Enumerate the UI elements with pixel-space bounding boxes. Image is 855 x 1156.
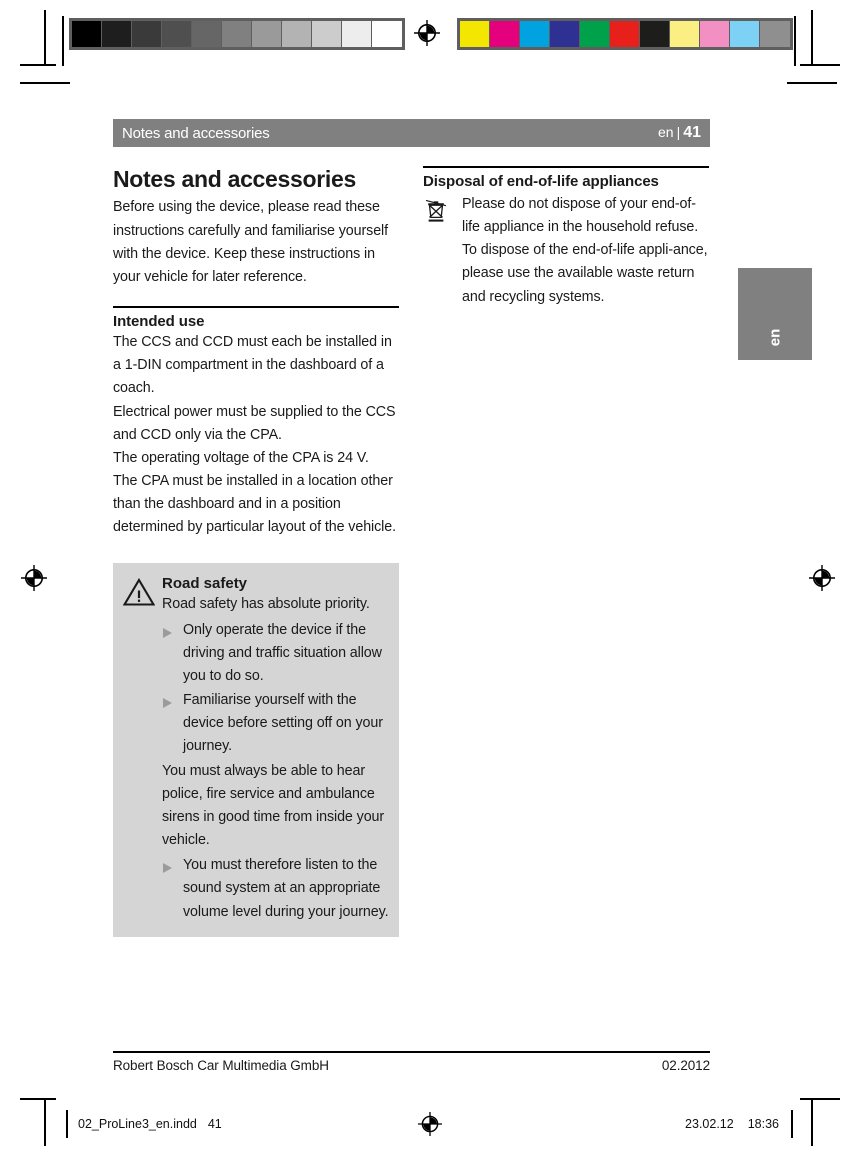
calibration-patch	[102, 21, 132, 47]
warning-middle-paragraph: You must always be able to hear police, …	[162, 762, 385, 849]
intended-use-section: Intended use The CCS and CCD must each b…	[113, 306, 399, 539]
page-running-header: Notes and accessories en | 41	[113, 119, 710, 147]
calibration-patch	[730, 21, 760, 47]
list-item-label: Familiarise yourself with the device bef…	[183, 692, 383, 755]
disposal-text-block: Please do not dispose of your end-of-lif…	[462, 193, 709, 309]
calibration-patch	[640, 21, 670, 47]
calibration-patch	[192, 21, 222, 47]
calibration-patch	[460, 21, 490, 47]
calibration-patch	[700, 21, 730, 47]
calibration-patch	[550, 21, 580, 47]
crop-mark-top-left-horizontal	[20, 64, 56, 66]
calibration-patch	[520, 21, 550, 47]
intended-use-paragraph: The operating voltage of the CPA is 24 V…	[113, 449, 369, 466]
slug-filename: 02_ProLine3_en.indd	[78, 1117, 197, 1131]
list-item-label: Only operate the device if the driving a…	[183, 621, 382, 684]
registration-target-icon-left	[21, 565, 47, 591]
calibration-patch	[342, 21, 372, 47]
folio-language: en	[657, 124, 674, 140]
road-safety-warning-box: Road safety Road safety has absolute pri…	[113, 563, 399, 937]
crop-mark-top-right-vertical	[811, 10, 813, 66]
warning-lead-text: Road safety has absolute priority.	[162, 596, 370, 613]
registration-target-icon-right	[809, 565, 835, 591]
list-item-label: You must therefore listen to the sound s…	[183, 857, 389, 920]
language-thumb-tab: en	[738, 268, 812, 360]
running-header-title: Notes and accessories	[122, 124, 270, 142]
disposal-content-block: Please do not dispose of your end-of-lif…	[423, 193, 709, 309]
slug-date: 23.02.12	[685, 1117, 734, 1131]
crop-mark-bottom-right-vertical	[811, 1100, 813, 1146]
warning-box-body: Road safety Road safety has absolute pri…	[162, 575, 389, 924]
calibration-patch	[282, 21, 312, 47]
intended-use-heading: Intended use	[113, 313, 205, 331]
intended-use-paragraph: The CCS and CCD must each be installed i…	[113, 334, 392, 397]
list-item: Familiarise yourself with the device bef…	[162, 689, 389, 758]
calibration-patch	[162, 21, 192, 47]
list-item: Only operate the device if the driving a…	[162, 619, 389, 688]
footer-company: Robert Bosch Car Multimedia GmbH	[113, 1058, 329, 1073]
crop-mark-top-right-horizontal	[800, 64, 840, 66]
slug-right-group: 23.02.12 18:36	[685, 1117, 791, 1131]
grayscale-calibration-strip	[69, 18, 405, 50]
footer-date: 02.2012	[661, 1058, 710, 1073]
language-tab-label: en	[766, 328, 784, 347]
folio-separator: |	[676, 124, 681, 140]
disposal-paragraph: To dispose of the end-of-life appli-ance…	[462, 242, 708, 305]
calibration-patch	[312, 21, 342, 47]
slug-time: 18:36	[747, 1117, 779, 1131]
folio-page-number: 41	[683, 124, 701, 141]
disposal-paragraph: Please do not dispose of your end-of-lif…	[462, 196, 699, 236]
calibration-patch	[610, 21, 640, 47]
calibration-patch	[72, 21, 102, 47]
registration-target-icon-top	[414, 20, 440, 46]
triangle-bullet-icon	[162, 689, 173, 758]
warning-bullet-list-last: You must therefore listen to the sound s…	[162, 854, 389, 923]
intro-paragraph: Before using the device, please read the…	[113, 199, 388, 285]
bleed-mark-top-left	[20, 82, 70, 84]
bleed-mark-top-left-vertical	[62, 16, 64, 66]
intended-use-paragraph: The CPA must be installed in a location …	[113, 473, 396, 536]
imposition-slug-bar: 02_ProLine3_en.indd 41 23.02.12 18:36	[66, 1110, 793, 1138]
warning-triangle-icon	[122, 575, 156, 924]
triangle-bullet-icon	[162, 854, 173, 923]
slug-left-group: 02_ProLine3_en.indd 41	[68, 1117, 222, 1131]
crop-mark-bottom-right-horizontal	[800, 1098, 840, 1100]
warning-bullet-list-first: Only operate the device if the driving a…	[162, 619, 389, 759]
crossed-out-wheelie-bin-icon	[423, 193, 453, 309]
crop-mark-bottom-left-horizontal	[20, 1098, 56, 1100]
calibration-patch	[670, 21, 700, 47]
crop-mark-top-left-vertical	[44, 10, 46, 66]
calibration-patch	[760, 21, 790, 47]
bleed-mark-top-right-vertical	[794, 16, 796, 66]
page-title: Notes and accessories	[113, 166, 356, 192]
right-text-column: Disposal of end-of-life appliances Pleas…	[423, 166, 709, 309]
bleed-mark-top-right	[787, 82, 837, 84]
calibration-patch	[252, 21, 282, 47]
calibration-patch	[132, 21, 162, 47]
section-divider	[113, 306, 399, 309]
color-calibration-strip	[457, 18, 793, 50]
calibration-patch	[372, 21, 402, 47]
slug-page-number: 41	[207, 1117, 222, 1131]
disposal-section: Disposal of end-of-life appliances Pleas…	[423, 166, 709, 309]
crop-mark-bottom-left-vertical	[44, 1100, 46, 1146]
calibration-patch	[490, 21, 520, 47]
calibration-patch	[580, 21, 610, 47]
triangle-bullet-icon	[162, 619, 173, 688]
intended-use-paragraph: Electrical power must be supplied to the…	[113, 403, 396, 443]
calibration-patch	[222, 21, 252, 47]
disposal-heading: Disposal of end-of-life appliances	[423, 173, 659, 190]
warning-heading: Road safety	[162, 575, 248, 593]
left-text-column: Notes and accessories Before using the d…	[113, 166, 399, 937]
list-item: You must therefore listen to the sound s…	[162, 854, 389, 923]
registration-target-icon-slug	[417, 1112, 442, 1136]
page-footer: Robert Bosch Car Multimedia GmbH 02.2012	[113, 1051, 710, 1073]
section-divider	[423, 166, 709, 168]
page-folio: en | 41	[658, 124, 701, 142]
